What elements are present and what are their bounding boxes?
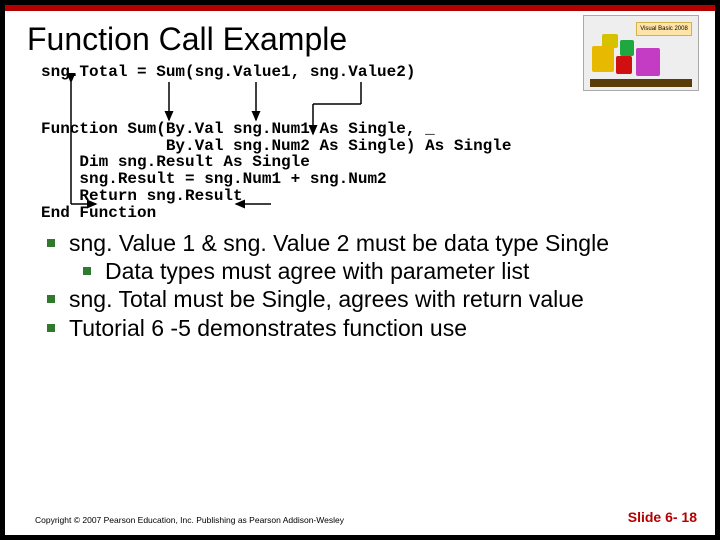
- bullet-item: Tutorial 6 -5 demonstrates function use: [47, 315, 703, 341]
- bullet-icon: [47, 324, 55, 332]
- bullet-item: sng. Value 1 & sng. Value 2 must be data…: [47, 230, 703, 256]
- bullet-text: Tutorial 6 -5 demonstrates function use: [69, 315, 467, 341]
- logo-label: Visual Basic 2008: [636, 22, 692, 36]
- code-block: sng.Total = Sum(sng.Value1, sng.Value2) …: [41, 64, 697, 222]
- code-line: Function Sum(By.Val sng.Num1 As Single, …: [41, 121, 697, 138]
- bullet-text: sng. Value 1 & sng. Value 2 must be data…: [69, 230, 609, 256]
- code-line: By.Val sng.Num2 As Single) As Single: [41, 138, 697, 155]
- bullet-list: sng. Value 1 & sng. Value 2 must be data…: [47, 230, 703, 342]
- slide: Visual Basic 2008 Function Call Example …: [5, 5, 715, 535]
- bullet-item: Data types must agree with parameter lis…: [83, 258, 703, 284]
- bullet-text: Data types must agree with parameter lis…: [105, 258, 529, 284]
- copyright-text: Copyright © 2007 Pearson Education, Inc.…: [35, 515, 344, 525]
- slide-number: Slide 6- 18: [628, 509, 697, 525]
- code-line: sng.Total = Sum(sng.Value1, sng.Value2): [41, 64, 697, 81]
- bullet-item: sng. Total must be Single, agrees with r…: [47, 286, 703, 312]
- bullet-icon: [47, 295, 55, 303]
- code-line: End Function: [41, 205, 697, 222]
- code-line: sng.Result = sng.Num1 + sng.Num2: [41, 171, 697, 188]
- block-icon: [620, 40, 634, 56]
- code-line: Return sng.Result: [41, 188, 697, 205]
- code-line: Dim sng.Result As Single: [41, 154, 697, 171]
- bullet-icon: [47, 239, 55, 247]
- bullet-icon: [83, 267, 91, 275]
- bullet-text: sng. Total must be Single, agrees with r…: [69, 286, 584, 312]
